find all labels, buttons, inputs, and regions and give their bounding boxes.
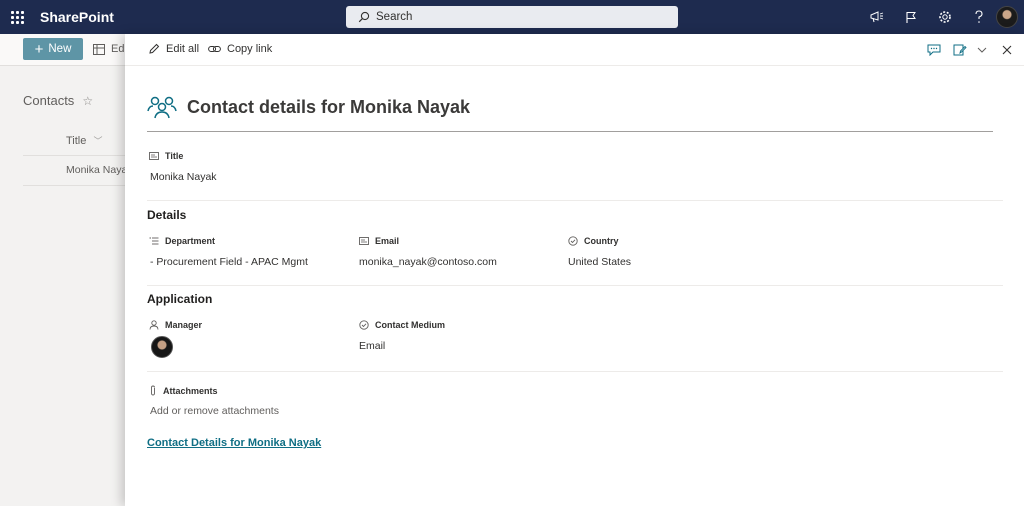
title-value[interactable]: Monika Nayak xyxy=(150,171,217,183)
copy-link-label: Copy link xyxy=(227,43,273,55)
grid-icon xyxy=(93,43,105,55)
panel-toolbar: Edit all Copy link xyxy=(125,34,1024,66)
field-label-email: Email xyxy=(359,236,399,246)
text-field-icon xyxy=(359,237,369,245)
flag-icon[interactable] xyxy=(894,0,928,34)
contact-medium-value[interactable]: Email xyxy=(359,340,385,352)
link-icon xyxy=(208,46,221,52)
panel-heading: Contact details for Monika Nayak xyxy=(147,95,470,119)
email-value[interactable]: monika_nayak@contoso.com xyxy=(359,256,497,268)
divider xyxy=(23,155,125,156)
list-row[interactable]: Monika Nayak xyxy=(66,164,133,176)
field-label-attachments: Attachments xyxy=(149,385,218,396)
divider xyxy=(147,285,1003,286)
divider xyxy=(147,200,1003,201)
attachments-input[interactable]: Add or remove attachments xyxy=(150,405,279,417)
edit-all-label: Edit all xyxy=(166,43,200,55)
email-label: Email xyxy=(375,236,400,246)
title-label: Title xyxy=(165,151,184,161)
app-launcher-icon[interactable] xyxy=(0,0,34,34)
manager-avatar[interactable] xyxy=(151,336,173,358)
search-placeholder: Search xyxy=(376,11,413,23)
edit-all-button[interactable]: Edit all xyxy=(148,43,199,55)
column-header-label: Title xyxy=(66,135,87,147)
contacts-group-icon xyxy=(147,96,177,119)
field-label-country: Country xyxy=(568,236,619,246)
search-box[interactable]: Search xyxy=(346,6,678,28)
check-circle-icon xyxy=(359,320,369,330)
search-icon xyxy=(358,11,370,23)
list-title-text: Contacts xyxy=(23,93,75,108)
field-label-department: Department xyxy=(149,236,215,246)
pencil-icon xyxy=(149,43,160,54)
choice-list-icon xyxy=(149,237,159,245)
section-application: Application xyxy=(147,292,213,306)
heading-divider xyxy=(147,131,993,132)
column-header-title[interactable]: Title ﹀ xyxy=(66,134,102,147)
attachments-label: Attachments xyxy=(163,385,218,396)
divider xyxy=(23,185,125,186)
new-button[interactable]: + New xyxy=(23,38,83,60)
field-label-title: Title xyxy=(149,151,183,161)
new-button-label: New xyxy=(48,43,72,55)
manager-label: Manager xyxy=(165,320,203,330)
contact-medium-label: Contact Medium xyxy=(375,320,446,330)
country-label: Country xyxy=(584,236,619,246)
person-icon xyxy=(149,320,159,330)
user-avatar[interactable] xyxy=(996,6,1018,28)
department-value[interactable]: - Procurement Field - APAC Mgmt xyxy=(150,256,308,268)
contact-details-link[interactable]: Contact Details for Monika Nayak xyxy=(147,437,321,449)
chevron-down-icon[interactable] xyxy=(973,42,991,58)
paperclip-icon xyxy=(151,385,155,396)
comments-icon[interactable] xyxy=(925,42,943,58)
department-label: Department xyxy=(165,236,216,246)
edit-grid-button[interactable]: Edi xyxy=(93,43,127,55)
close-icon[interactable] xyxy=(998,42,1016,58)
suite-bar: SharePoint Search xyxy=(0,0,1024,34)
edit-form-icon[interactable] xyxy=(951,42,969,58)
check-circle-icon xyxy=(568,236,578,246)
field-label-manager: Manager xyxy=(149,320,202,330)
page-title: Contact details for Monika Nayak xyxy=(187,96,471,117)
plus-icon: + xyxy=(34,40,44,58)
field-label-contact-medium: Contact Medium xyxy=(359,320,445,330)
text-field-icon xyxy=(149,152,159,160)
megaphone-icon[interactable] xyxy=(860,0,894,34)
chevron-down-icon: ﹀ xyxy=(93,136,103,146)
country-value[interactable]: United States xyxy=(568,256,631,268)
help-icon[interactable] xyxy=(962,0,996,34)
copy-link-button[interactable]: Copy link xyxy=(208,43,272,55)
brand-name[interactable]: SharePoint xyxy=(40,9,114,25)
list-title: Contacts ☆ xyxy=(23,93,93,108)
gear-icon[interactable] xyxy=(928,0,962,34)
divider xyxy=(147,371,1003,372)
details-panel: Edit all Copy link Contact details for M… xyxy=(125,34,1024,506)
favorite-star-icon[interactable]: ☆ xyxy=(82,94,93,108)
section-details: Details xyxy=(147,208,187,222)
